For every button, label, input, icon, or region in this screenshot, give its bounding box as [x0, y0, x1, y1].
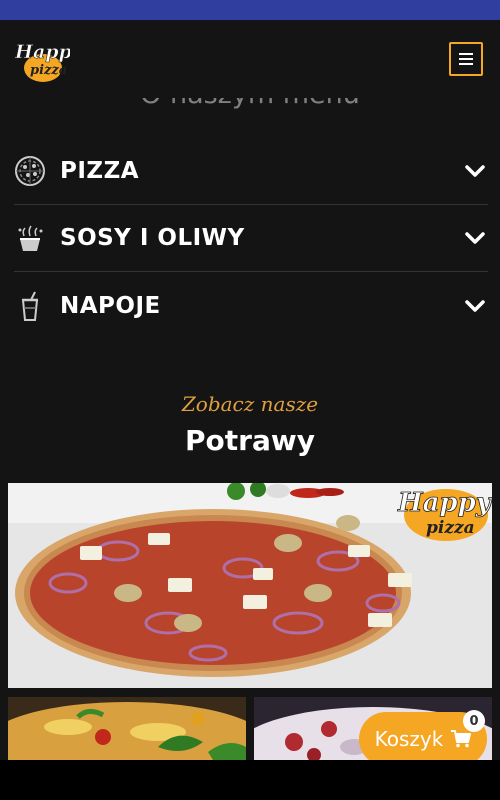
drink-cup-icon	[14, 290, 46, 322]
menu-accordion: PIZZA SOSY I OLIWY NAPOJE	[14, 138, 488, 339]
photo-logo-text: Happy	[397, 488, 492, 518]
chevron-down-icon	[465, 232, 485, 244]
pizza-thumbnail[interactable]	[8, 697, 246, 760]
chevron-down-icon	[465, 299, 485, 312]
hamburger-icon-bar	[459, 58, 473, 60]
cart-icon	[451, 730, 472, 748]
accordion-item-drinks[interactable]: NAPOJE	[14, 272, 488, 339]
sauce-bowl-icon	[14, 222, 46, 254]
svg-text:Happy: Happy	[14, 41, 70, 63]
chevron-down-icon	[465, 165, 485, 177]
accordion-label: NAPOJE	[60, 292, 161, 319]
cart-button[interactable]: Koszyk 0	[359, 710, 487, 760]
pizza-icon	[14, 155, 46, 187]
logo[interactable]: Happy pizza	[12, 34, 85, 86]
svg-text:pizza: pizza	[30, 63, 67, 78]
dishes-heading: Potrawy	[185, 424, 315, 457]
cart-label: Koszyk	[374, 727, 444, 751]
hamburger-icon-bar	[459, 53, 473, 55]
navbar: Happy pizza	[0, 20, 500, 98]
photo-logo-text: pizza	[426, 518, 475, 538]
accordion-label: SOSY I OLIWY	[60, 225, 245, 251]
accordion-item-pizza[interactable]: PIZZA	[14, 138, 488, 205]
cart-count-badge: 0	[463, 710, 485, 732]
accordion-label: PIZZA	[60, 158, 140, 184]
menu-button[interactable]	[449, 42, 483, 76]
hamburger-icon-bar	[459, 63, 473, 65]
pizza-photo[interactable]: Happy pizza	[8, 483, 492, 688]
page: Happy pizza O naszym menu PIZZ	[0, 20, 500, 760]
dishes-subtitle: Zobacz nasze	[181, 392, 319, 416]
status-bar	[0, 0, 500, 20]
happy-pizza-logo: Happy pizza	[14, 41, 85, 82]
system-navigation-bar	[0, 760, 500, 800]
accordion-item-sauces[interactable]: SOSY I OLIWY	[14, 205, 488, 272]
